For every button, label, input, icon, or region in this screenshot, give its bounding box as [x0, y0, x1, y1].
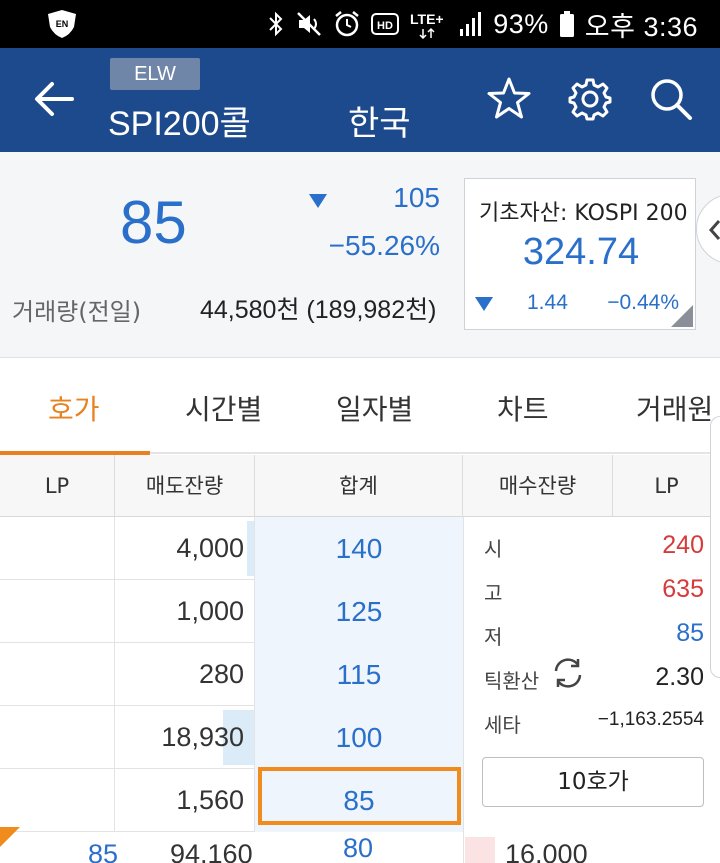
- tick-value: 2.30: [655, 663, 704, 691]
- chevron-left-icon: [708, 220, 720, 240]
- underlying-label: 기초자산: KOSPI 200: [479, 201, 688, 226]
- lp-cell: [0, 580, 115, 643]
- price-cell: 125: [255, 580, 463, 643]
- sell-qty-cell: 94,160: [170, 839, 253, 863]
- status-bar: EN HD LTE+ 93% 오후 3:36: [0, 0, 720, 48]
- page-title[interactable]: SPI200콜: [108, 96, 251, 145]
- signal-icon: [459, 9, 483, 39]
- scrollbar[interactable]: [710, 416, 720, 678]
- sell-qty-bar: [247, 521, 254, 576]
- lte-icon: LTE+: [409, 9, 449, 39]
- price-info-panel: 시 240 고 635 저 85 틱환산 2.30 세타 −1,163.2554…: [463, 517, 720, 863]
- low-value: 85: [676, 619, 704, 647]
- price-change-percent: −55.26%: [328, 230, 440, 261]
- underlying-price: 324.74: [522, 231, 640, 273]
- tab-bar: 호가 시간별 일자별 차트 거래원: [0, 358, 720, 456]
- table-row[interactable]: 4,000 140: [0, 517, 463, 580]
- ten-levels-button[interactable]: 10호가: [482, 757, 704, 807]
- table-header: LP 매도잔량 합계 매수잔량 LP: [0, 455, 720, 517]
- lp-cell: [0, 643, 115, 706]
- app-header: ELW SPI200콜 한국: [0, 48, 720, 152]
- tab-hoga[interactable]: 호가: [48, 388, 100, 428]
- high-value: 635: [662, 575, 704, 603]
- refresh-icon[interactable]: [550, 655, 586, 691]
- open-label: 시: [484, 537, 503, 561]
- col-lp-sell: LP: [0, 455, 115, 517]
- expand-corner-icon: [671, 305, 693, 327]
- order-book: 4,000 140 1,000 125 280 115 18,930 100 1…: [0, 517, 720, 863]
- battery-icon: [559, 9, 575, 39]
- app-shield-icon: EN: [46, 9, 78, 39]
- alarm-icon: [333, 9, 361, 39]
- down-triangle-icon: [475, 297, 493, 311]
- back-arrow-icon[interactable]: [30, 76, 80, 122]
- price-cell: 140: [255, 517, 463, 580]
- price-cell: 115: [255, 643, 463, 706]
- sell-qty-cell: 18,930: [115, 706, 255, 769]
- price-cell: 100: [255, 706, 463, 769]
- lp-cell: [0, 706, 115, 769]
- low-label: 저: [484, 625, 503, 649]
- sell-qty-cell: 4,000: [115, 517, 255, 580]
- hd-icon: HD: [371, 9, 400, 39]
- high-label: 고: [484, 581, 503, 605]
- lp-cell: 85: [88, 839, 119, 863]
- sell-qty-cell: 280: [115, 643, 255, 706]
- tab-by-time[interactable]: 시간별: [185, 388, 262, 428]
- star-icon[interactable]: [486, 76, 532, 122]
- battery-percent: 93%: [493, 8, 549, 39]
- volume-label: 거래량(전일): [12, 298, 142, 326]
- lp-cell: [0, 517, 115, 580]
- tick-label: 틱환산: [484, 669, 540, 693]
- svg-text:EN: EN: [56, 19, 69, 29]
- market-label: 한국: [348, 105, 411, 143]
- sell-qty-cell: 1,000: [115, 580, 255, 643]
- table-row[interactable]: 18,930 100: [0, 706, 463, 769]
- col-buy-qty: 매수잔량: [463, 455, 613, 517]
- table-row[interactable]: 280 115: [0, 643, 463, 706]
- current-price: 85: [120, 189, 187, 256]
- svg-text:HD: HD: [377, 20, 393, 32]
- theta-value: −1,163.2554: [597, 709, 704, 730]
- down-triangle-icon: [309, 194, 327, 208]
- lp-cell: [0, 769, 115, 832]
- tab-brokers[interactable]: 거래원: [636, 388, 713, 428]
- col-sell-qty: 매도잔량: [115, 455, 255, 517]
- elw-badge: ELW: [110, 58, 200, 90]
- underlying-change: 1.44: [527, 291, 568, 314]
- col-total: 합계: [255, 455, 463, 517]
- side-panel-tab[interactable]: [696, 194, 720, 264]
- tab-chart[interactable]: 차트: [497, 388, 549, 428]
- mute-icon: [295, 9, 323, 39]
- tab-by-date[interactable]: 일자별: [336, 388, 413, 428]
- open-value: 240: [662, 531, 704, 559]
- theta-label: 세타: [484, 713, 521, 737]
- col-lp-buy: LP: [654, 474, 679, 498]
- sell-qty-cell: 1,560: [115, 769, 255, 832]
- bluetooth-icon: [267, 9, 285, 39]
- underlying-asset-box[interactable]: 기초자산: KOSPI 200 324.74 1.44 −0.44%: [464, 178, 696, 330]
- clock: 오후 3:36: [584, 11, 698, 42]
- search-icon[interactable]: [648, 76, 694, 122]
- gear-icon[interactable]: [567, 76, 613, 122]
- underlying-change-percent: −0.44%: [607, 291, 679, 314]
- price-cell: 80: [343, 833, 374, 863]
- volume-value: 44,580천 (189,982천): [200, 296, 437, 324]
- svg-text:LTE+: LTE+: [410, 11, 444, 27]
- price-panel: 85 105 −55.26% 거래량(전일) 44,580천 (189,982천…: [0, 152, 720, 358]
- price-change: 105: [393, 182, 440, 213]
- current-price-highlight: [258, 767, 461, 825]
- table-row[interactable]: 1,000 125: [0, 580, 463, 643]
